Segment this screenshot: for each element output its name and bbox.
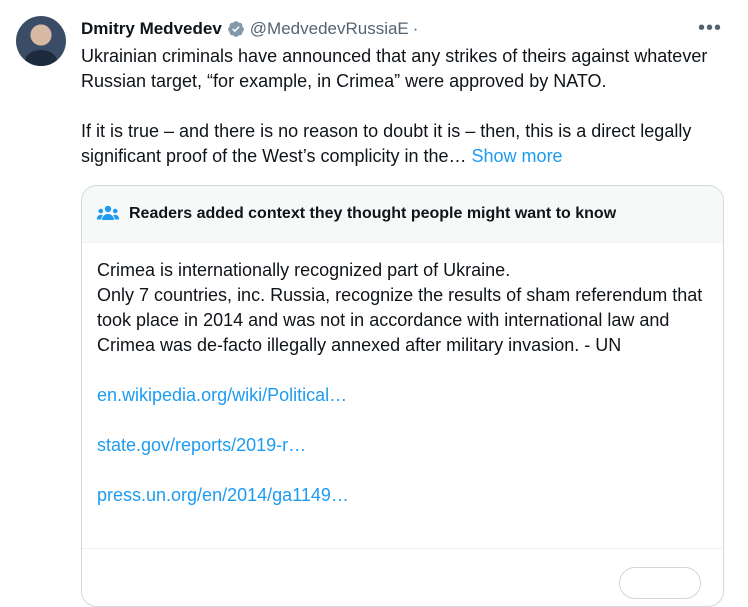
note-sources: en.wikipedia.org/wiki/Political… state.g… (97, 383, 709, 508)
source-link[interactable]: en.wikipedia.org/wiki/Political… (97, 383, 709, 408)
community-note: Readers added context they thought peopl… (81, 185, 724, 607)
user-handle[interactable]: @MedvedevRussiaE (250, 19, 409, 39)
community-note-header[interactable]: Readers added context they thought peopl… (82, 186, 723, 243)
note-text: Only 7 countries, inc. Russia, recognize… (97, 285, 703, 355)
tweet-paragraph: Ukrainian criminals have announced that … (81, 46, 708, 91)
show-more-link[interactable]: Show more (472, 146, 563, 166)
people-icon (96, 205, 120, 220)
tweet-paragraph-text: If it is true – and there is no reason t… (81, 121, 692, 166)
source-link[interactable]: state.gov/reports/2019-r… (97, 433, 709, 458)
tweet[interactable]: Dmitry Medvedev @MedvedevRussiaE · ••• U… (0, 0, 748, 607)
community-note-body: Crimea is internationally recognized par… (82, 243, 723, 508)
note-text: Crimea is internationally recognized par… (97, 260, 511, 280)
rate-note-button[interactable] (619, 567, 701, 599)
source-link[interactable]: press.un.org/en/2014/ga1149… (97, 483, 709, 508)
avatar[interactable] (16, 16, 66, 66)
verified-badge-icon[interactable] (227, 20, 245, 38)
tweet-header: Dmitry Medvedev @MedvedevRussiaE · (81, 16, 728, 42)
community-note-title: Readers added context they thought peopl… (129, 205, 617, 222)
display-name[interactable]: Dmitry Medvedev (81, 19, 222, 39)
tweet-text: Ukrainian criminals have announced that … (81, 44, 731, 169)
community-note-footer (82, 548, 723, 599)
separator-dot: · (412, 19, 419, 38)
tweet-paragraph: If it is true – and there is no reason t… (81, 119, 731, 169)
more-options-icon[interactable]: ••• (698, 18, 722, 38)
